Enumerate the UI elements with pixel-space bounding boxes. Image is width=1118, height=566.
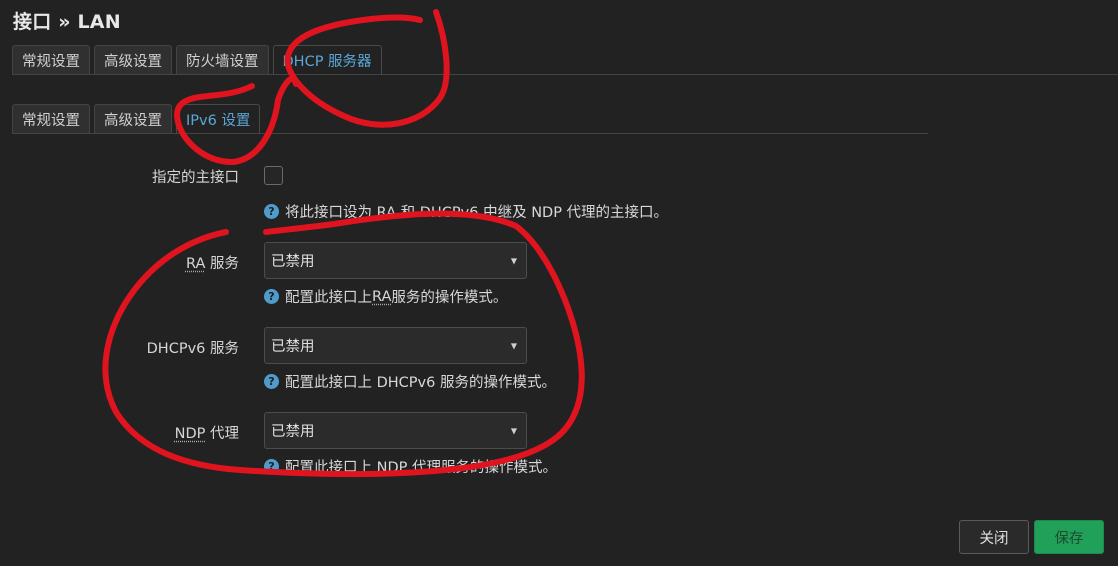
- close-button[interactable]: 关闭: [959, 520, 1029, 554]
- ra-service-help: ? 配置此接口上 RA 服务的操作模式。: [264, 286, 507, 307]
- chevron-down-icon: ▼: [510, 426, 517, 435]
- ndp-help-text: 配置此接口上 NDP 代理服务的操作模式。: [285, 460, 557, 476]
- ndp-proxy-label-rest: 代理: [205, 426, 239, 442]
- secondary-tab-divider: [12, 133, 928, 134]
- subtab-general[interactable]: 常规设置: [12, 104, 90, 133]
- dhcpv6-help-text: 配置此接口上 DHCPv6 服务的操作模式。: [285, 375, 556, 391]
- subtab-ipv6[interactable]: IPv6 设置: [176, 104, 261, 134]
- ra-service-value: 已禁用: [271, 254, 315, 270]
- help-icon: ?: [264, 204, 279, 219]
- dhcpv6-service-label: DHCPv6 服务: [146, 341, 239, 357]
- page-root: 接口 » LAN 常规设置 高级设置 防火墙设置 DHCP 服务器 常规设置 高…: [0, 0, 1118, 566]
- page-title: 接口 » LAN: [13, 11, 121, 33]
- annotation-overlay: [102, 9, 585, 478]
- help-icon: ?: [264, 374, 279, 389]
- help-icon: ?: [264, 289, 279, 304]
- ra-help-abbr: RA: [372, 288, 392, 305]
- primary-tabs: 常规设置 高级设置 防火墙设置 DHCP 服务器: [12, 45, 382, 75]
- tab-general[interactable]: 常规设置: [12, 45, 90, 74]
- master-interface-checkbox[interactable]: [264, 166, 283, 185]
- ra-help-post: 服务的操作模式。: [391, 290, 508, 306]
- subtab-advanced[interactable]: 高级设置: [94, 104, 172, 133]
- ndp-proxy-select[interactable]: 已禁用 ▼: [264, 412, 527, 449]
- help-icon: ?: [264, 459, 279, 474]
- ndp-proxy-value: 已禁用: [271, 424, 315, 440]
- ndp-abbr: NDP: [174, 426, 206, 442]
- ndp-proxy-help: ? 配置此接口上 NDP 代理服务的操作模式。: [264, 456, 557, 477]
- dhcpv6-service-help: ? 配置此接口上 DHCPv6 服务的操作模式。: [264, 371, 556, 392]
- save-button[interactable]: 保存: [1034, 520, 1104, 554]
- tab-dhcp-server[interactable]: DHCP 服务器: [272, 45, 382, 75]
- tab-advanced[interactable]: 高级设置: [94, 45, 172, 74]
- ra-abbr: RA: [185, 256, 206, 272]
- master-interface-help: ? 将此接口设为 RA 和 DHCPv6 中继及 NDP 代理的主接口。: [264, 201, 668, 222]
- master-interface-label: 指定的主接口: [152, 170, 239, 186]
- master-interface-help-text: 将此接口设为 RA 和 DHCPv6 中继及 NDP 代理的主接口。: [285, 205, 669, 221]
- secondary-tabs: 常规设置 高级设置 IPv6 设置: [12, 104, 261, 134]
- ndp-proxy-label: NDP 代理: [175, 422, 239, 443]
- ra-service-select[interactable]: 已禁用 ▼: [264, 242, 527, 279]
- dhcpv6-service-select[interactable]: 已禁用 ▼: [264, 327, 527, 364]
- chevron-down-icon: ▼: [510, 256, 517, 265]
- ra-service-label: RA 服务: [186, 252, 239, 273]
- tab-firewall[interactable]: 防火墙设置: [176, 45, 269, 74]
- ra-help-pre: 配置此接口上: [285, 290, 372, 306]
- primary-tab-divider: [12, 74, 1118, 75]
- chevron-down-icon: ▼: [510, 341, 517, 350]
- ra-service-label-rest: 服务: [205, 256, 239, 272]
- dhcpv6-service-value: 已禁用: [271, 339, 315, 355]
